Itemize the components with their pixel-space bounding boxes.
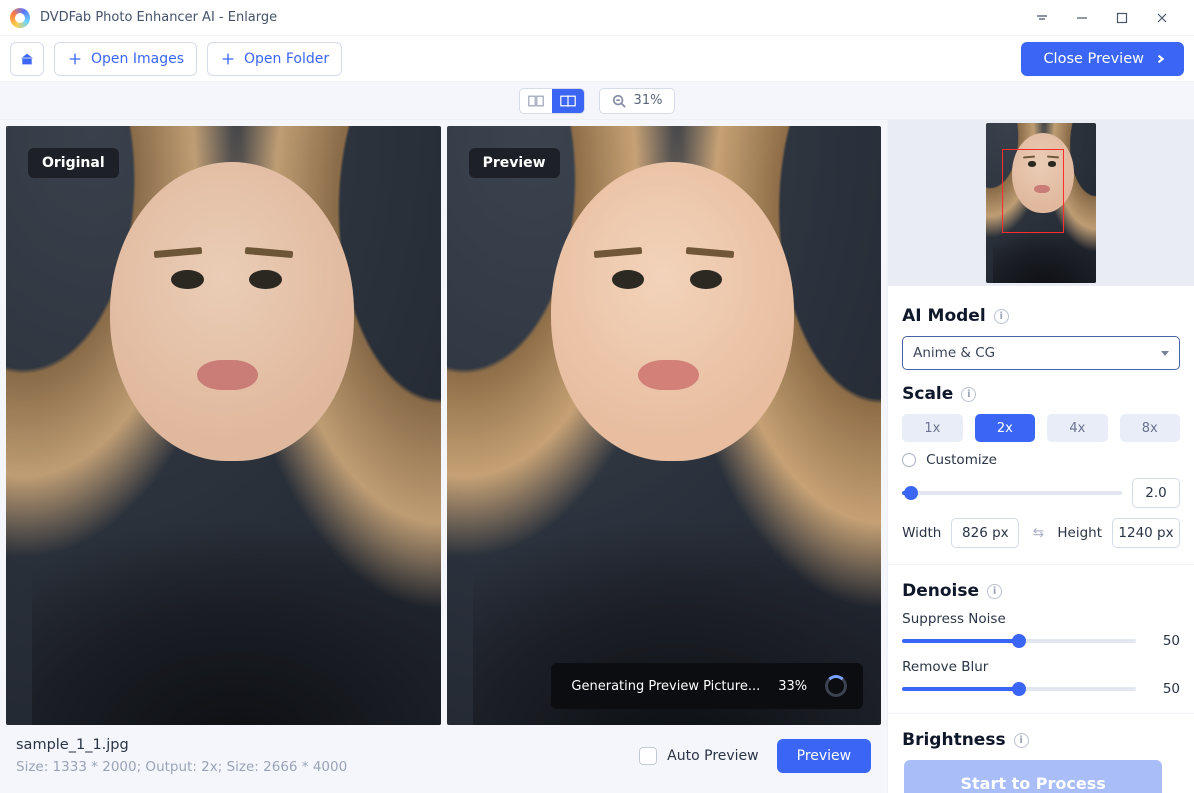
dimension-row: Width 826 px ⇆ Height 1240 px <box>902 518 1180 548</box>
scale-title: Scale <box>902 384 953 404</box>
denoise-heading: Denoise <box>902 581 1180 601</box>
info-icon[interactable] <box>987 584 1002 599</box>
close-preview-button[interactable]: Close Preview <box>1021 42 1184 76</box>
open-images-button[interactable]: Open Images <box>54 42 197 76</box>
split-mode[interactable] <box>552 89 584 113</box>
start-process-button[interactable]: Start to Process <box>904 760 1162 793</box>
compare-view: Original Preview Generating Preview Pict… <box>0 120 887 725</box>
width-label: Width <box>902 525 941 541</box>
actionbar: Open Images Open Folder Close Preview <box>0 36 1194 82</box>
fileinfo-label: Size: 1333 * 2000; Output: 2x; Size: 266… <box>16 759 347 775</box>
preview-tag: Preview <box>469 148 560 178</box>
scale-value-box[interactable]: 2.0 <box>1132 478 1180 508</box>
close-preview-label: Close Preview <box>1043 51 1144 67</box>
customize-label: Customize <box>926 452 997 468</box>
link-icon[interactable]: ⇆ <box>1029 525 1047 541</box>
ai-model-select[interactable]: Anime & CG <box>902 336 1180 370</box>
brightness-heading: Brightness <box>902 730 1180 750</box>
window-title: DVDFab Photo Enhancer AI - Enlarge <box>40 10 277 25</box>
titlebar: DVDFab Photo Enhancer AI - Enlarge <box>0 0 1194 36</box>
app-logo-icon <box>10 8 30 28</box>
navigator-thumbnail <box>986 123 1096 283</box>
maximize-button[interactable] <box>1102 0 1142 36</box>
side-panel: AI Model Anime & CG Scale 1x 2x 4x 8x Cu… <box>887 120 1194 793</box>
ai-model-heading: AI Model <box>902 306 1180 326</box>
remove-blur-slider[interactable]: 50 <box>902 681 1180 697</box>
remove-blur-label: Remove Blur <box>902 659 1180 675</box>
open-folder-button[interactable]: Open Folder <box>207 42 342 76</box>
ai-model-value: Anime & CG <box>913 345 995 361</box>
navigator-selection[interactable] <box>1002 149 1064 233</box>
navigator[interactable] <box>888 120 1194 286</box>
pin-icon[interactable] <box>1022 0 1062 36</box>
original-tag: Original <box>28 148 119 178</box>
auto-preview-label: Auto Preview <box>667 748 758 764</box>
home-button[interactable] <box>10 42 44 76</box>
close-button[interactable] <box>1142 0 1182 36</box>
height-label: Height <box>1057 525 1102 541</box>
remove-blur-value: 50 <box>1146 681 1180 697</box>
suppress-noise-slider[interactable]: 50 <box>902 633 1180 649</box>
open-images-label: Open Images <box>91 51 184 67</box>
denoise-title: Denoise <box>902 581 979 601</box>
generating-toast: Generating Preview Picture... 33% <box>551 663 863 709</box>
ai-model-title: AI Model <box>902 306 986 326</box>
spinner-icon <box>825 675 847 697</box>
scale-2x[interactable]: 2x <box>975 414 1035 442</box>
zoom-control[interactable]: 31% <box>599 88 676 114</box>
minimize-button[interactable] <box>1062 0 1102 36</box>
suppress-noise-value: 50 <box>1146 633 1180 649</box>
view-toolbar: 31% <box>0 82 1194 120</box>
auto-preview-toggle[interactable]: Auto Preview <box>639 747 758 765</box>
suppress-noise-label: Suppress Noise <box>902 611 1180 627</box>
stage: Original Preview Generating Preview Pict… <box>0 120 887 793</box>
original-image <box>6 126 441 725</box>
scale-4x[interactable]: 4x <box>1047 414 1107 442</box>
open-folder-label: Open Folder <box>244 51 329 67</box>
scale-segment: 1x 2x 4x 8x <box>902 414 1180 442</box>
stage-footer: sample_1_1.jpg Size: 1333 * 2000; Output… <box>0 725 887 793</box>
preview-image <box>447 126 882 725</box>
scale-slider[interactable]: 2.0 <box>902 478 1180 508</box>
compare-mode-segment <box>519 88 585 114</box>
original-pane[interactable]: Original <box>6 126 441 725</box>
scale-8x[interactable]: 8x <box>1120 414 1180 442</box>
generating-percent: 33% <box>778 679 807 694</box>
chevron-down-icon <box>1161 351 1169 356</box>
preview-button[interactable]: Preview <box>777 739 872 773</box>
preview-pane[interactable]: Preview Generating Preview Picture... 33… <box>447 126 882 725</box>
generating-text: Generating Preview Picture... <box>571 679 760 694</box>
info-icon[interactable] <box>961 387 976 402</box>
info-icon[interactable] <box>994 309 1009 324</box>
width-input[interactable]: 826 px <box>951 518 1019 548</box>
height-input[interactable]: 1240 px <box>1112 518 1180 548</box>
side-by-side-mode[interactable] <box>520 89 552 113</box>
brightness-title: Brightness <box>902 730 1005 750</box>
zoom-value: 31% <box>634 93 663 108</box>
scale-1x[interactable]: 1x <box>902 414 962 442</box>
scale-heading: Scale <box>902 384 1180 404</box>
filename-label: sample_1_1.jpg <box>16 737 347 753</box>
info-icon[interactable] <box>1014 733 1029 748</box>
radio-icon <box>902 453 916 467</box>
checkbox-icon <box>639 747 657 765</box>
customize-row[interactable]: Customize <box>902 452 1180 468</box>
